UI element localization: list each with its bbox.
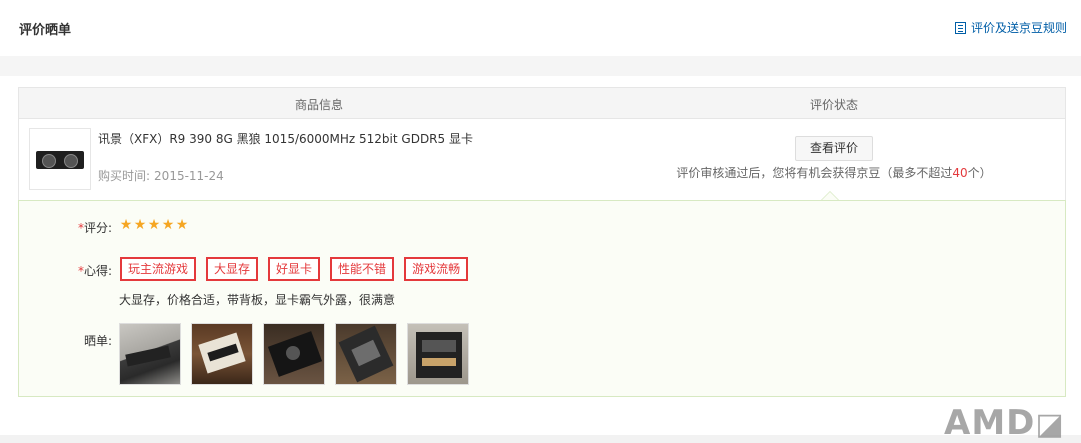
document-icon <box>954 21 966 34</box>
product-thumbnail[interactable] <box>29 128 91 190</box>
review-photo[interactable] <box>335 323 397 385</box>
order-review-card: 商品信息 评价状态 讯景（XFX）R9 390 8G 黑狼 1015/6000M… <box>18 87 1066 397</box>
review-comment: 大显存，价格合适，带背板，显卡霸气外露，很满意 <box>119 293 396 307</box>
column-header-goods: 商品信息 <box>294 98 343 112</box>
tags-label-text: 心得: <box>83 264 112 278</box>
reward-tip-prefix: 评价审核通过后，您将有机会获得京豆（最多不超过 <box>676 166 953 180</box>
reward-tip-suffix: 个） <box>967 166 992 180</box>
page-header: 评价晒单 评价及送京豆规则 <box>0 0 1081 56</box>
star-icon[interactable]: ★ <box>175 218 189 232</box>
purchase-date: 2015-11-24 <box>154 169 224 183</box>
tag-item[interactable]: 游戏流畅 <box>404 257 469 281</box>
page-title: 评价晒单 <box>19 23 72 38</box>
review-reward-tip: 评价审核通过后，您将有机会获得京豆（最多不超过40个） <box>619 164 1049 181</box>
star-icon[interactable]: ★ <box>161 218 175 232</box>
panel-pointer-fill <box>822 192 838 200</box>
review-photo[interactable] <box>191 323 253 385</box>
star-icon[interactable]: ★ <box>119 218 133 232</box>
footer-divider <box>0 435 1081 443</box>
view-review-button[interactable]: 查看评价 <box>795 136 873 161</box>
column-header-status: 评价状态 <box>809 98 858 112</box>
table-header: 商品信息 评价状态 <box>19 88 1065 119</box>
review-photo[interactable] <box>119 323 181 385</box>
review-photo[interactable] <box>263 323 325 385</box>
section-divider <box>0 56 1081 76</box>
tag-item[interactable]: 大显存 <box>206 257 259 281</box>
review-rules-link[interactable]: 评价及送京豆规则 <box>954 19 1067 36</box>
tag-item[interactable]: 好显卡 <box>268 257 321 281</box>
purchase-time: 购买时间: 2015-11-24 <box>98 167 224 184</box>
review-rules-label: 评价及送京豆规则 <box>970 21 1067 35</box>
star-icon[interactable]: ★ <box>147 218 161 232</box>
purchase-time-label: 购买时间: <box>98 169 151 183</box>
score-label-text: 评分: <box>83 221 112 235</box>
experience-tags: 玩主流游戏 大显存 好显卡 性能不错 游戏流畅 <box>120 257 478 281</box>
tags-label: *心得: <box>52 262 112 279</box>
rating-stars: ★ ★ ★ ★ ★ <box>119 218 189 232</box>
product-name-link[interactable]: 讯景（XFX）R9 390 8G 黑狼 1015/6000MHz 512bit … <box>98 130 473 147</box>
score-label: *评分: <box>52 219 112 236</box>
graphics-card-image <box>36 151 84 169</box>
review-photo[interactable] <box>407 323 469 385</box>
review-photos <box>119 323 479 385</box>
star-icon[interactable]: ★ <box>133 218 147 232</box>
photos-label: 晒单: <box>83 334 112 348</box>
reward-max-count: 40 <box>952 166 968 180</box>
tag-item[interactable]: 玩主流游戏 <box>120 257 197 281</box>
tag-item[interactable]: 性能不错 <box>330 257 395 281</box>
amd-watermark-logo: AMD◪ <box>944 403 1065 443</box>
